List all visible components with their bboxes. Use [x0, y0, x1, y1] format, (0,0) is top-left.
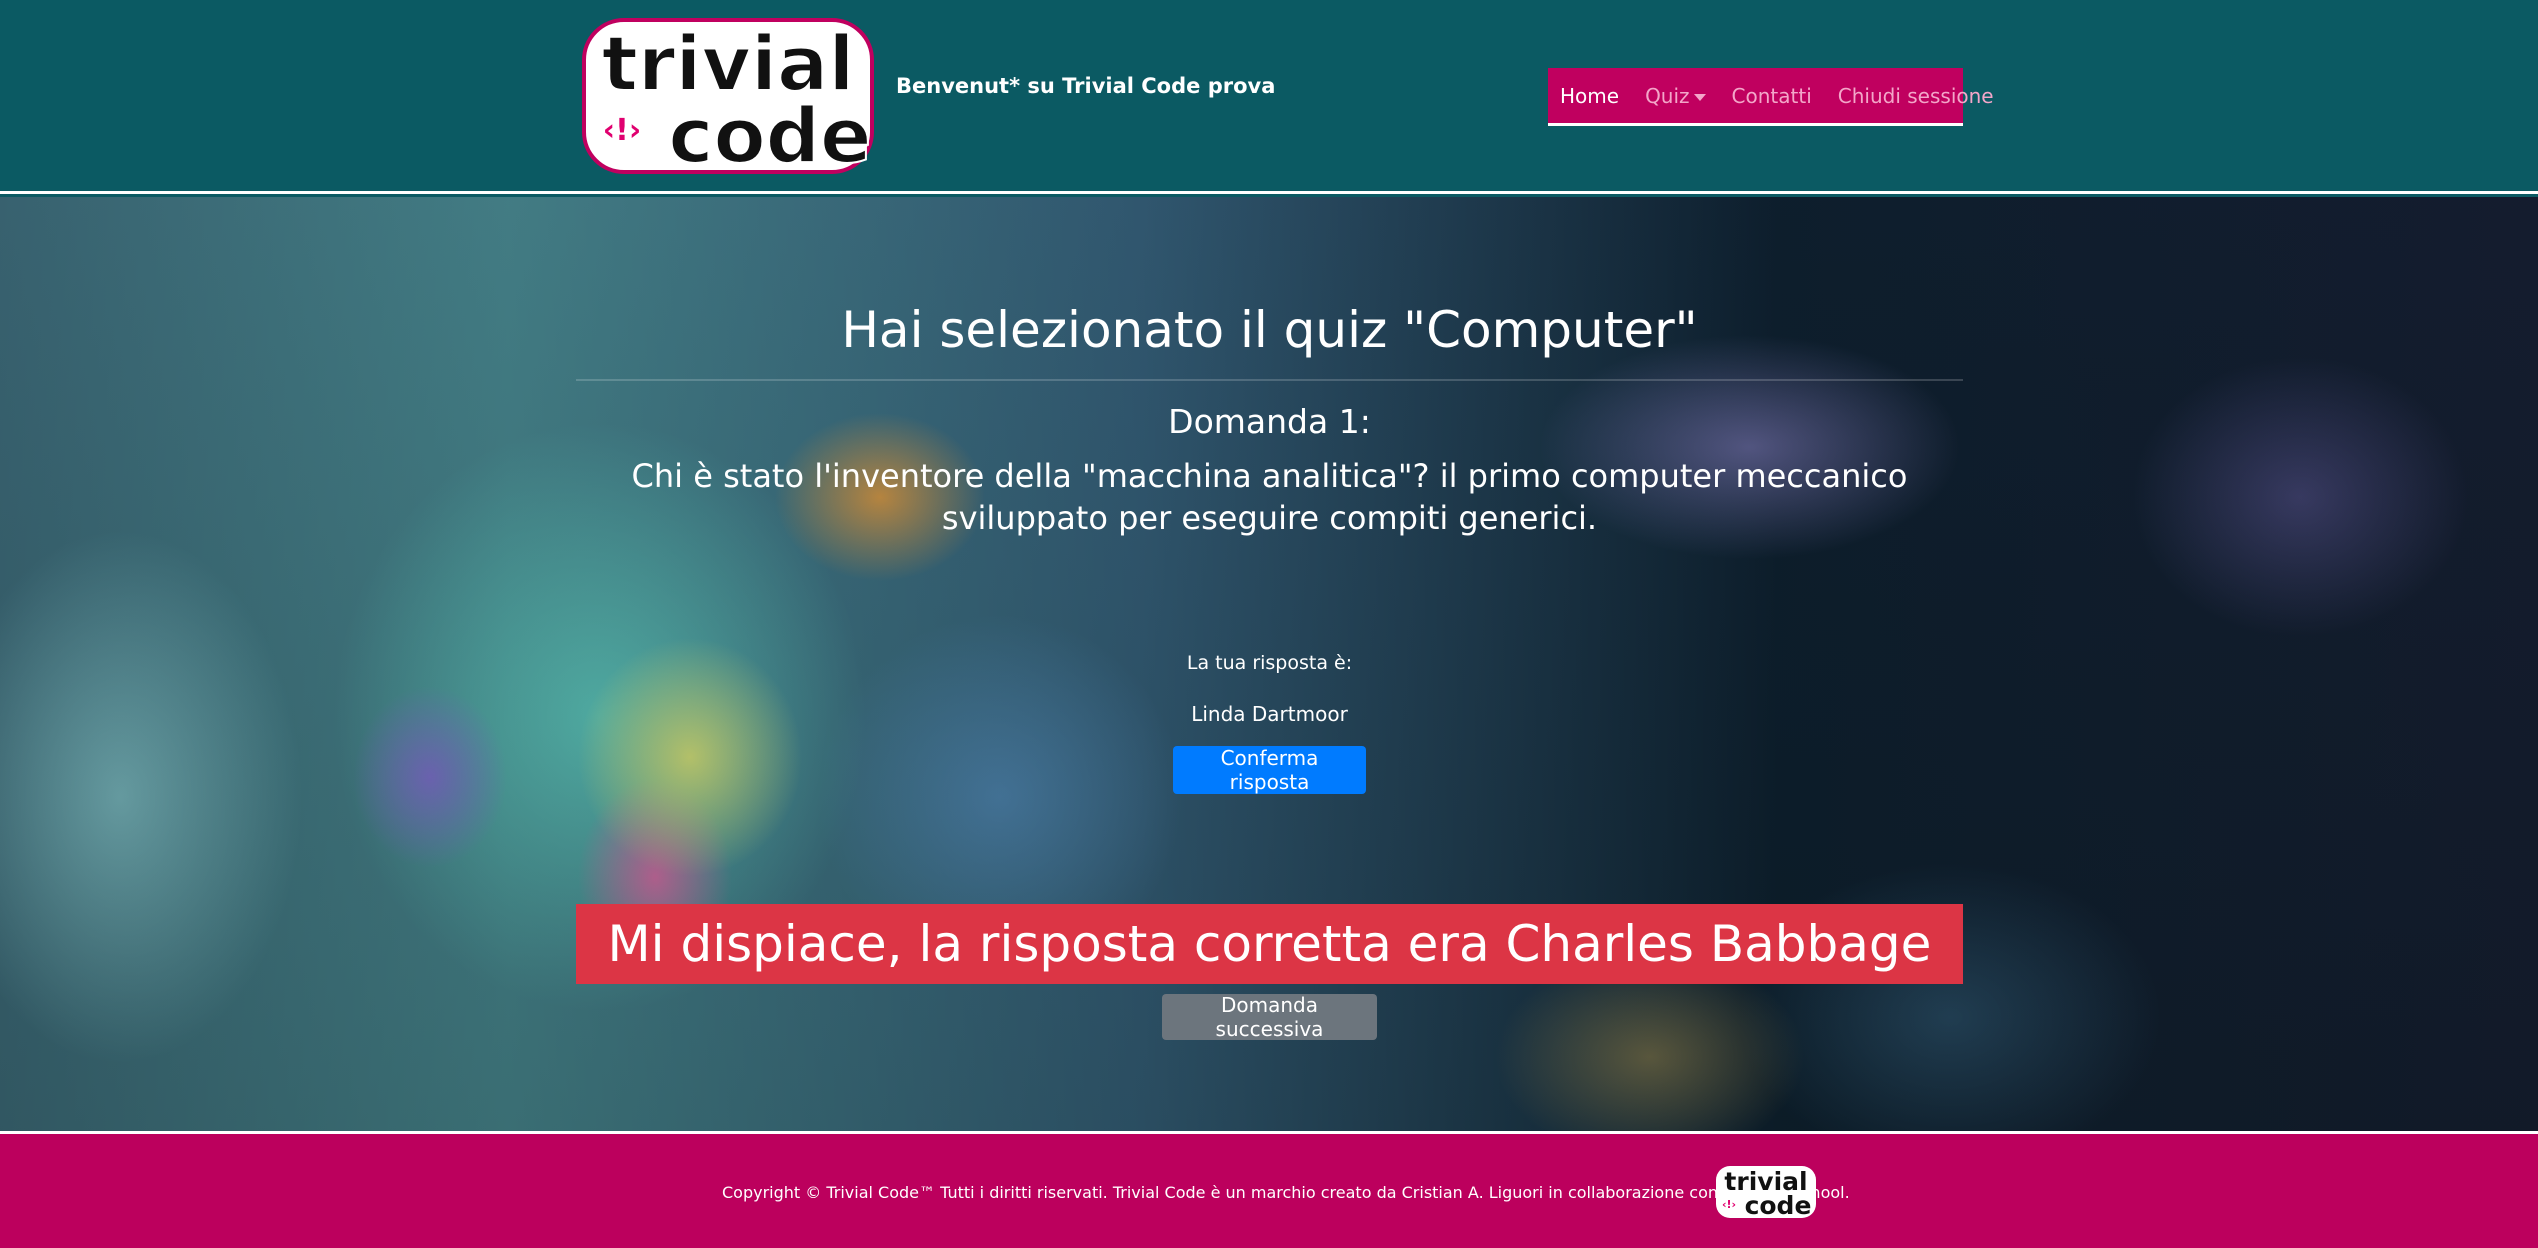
- next-question-button[interactable]: Domanda successiva: [1162, 993, 1377, 1041]
- trivial-code-logo[interactable]: trivial code ‹!›: [580, 16, 876, 176]
- welcome-text: Benvenut* su Trivial Code prova: [896, 74, 1276, 98]
- site-header: trivial code ‹!› Benvenut* su Trivial Co…: [0, 0, 2538, 194]
- nav-home[interactable]: Home: [1560, 84, 1619, 108]
- svg-text:code: code: [668, 91, 871, 176]
- nav-contatti[interactable]: Contatti: [1732, 84, 1812, 108]
- copyright-text: Copyright © Trivial Code™ Tutti i diritt…: [722, 1183, 1850, 1202]
- site-footer: Copyright © Trivial Code™ Tutti i diritt…: [0, 1131, 2538, 1248]
- svg-text:‹!›: ‹!›: [1722, 1198, 1736, 1211]
- divider: [576, 379, 1963, 381]
- trivial-code-footer-logo: trivial code ‹!›: [1716, 1166, 1816, 1220]
- caret-down-icon: [1693, 93, 1706, 101]
- nav-quiz-label: Quiz: [1645, 83, 1690, 108]
- svg-text:code: code: [1745, 1191, 1812, 1220]
- result-banner: Mi dispiace, la risposta corretta era Ch…: [576, 904, 1963, 984]
- selected-answer: Linda Dartmoor: [1191, 702, 1348, 726]
- question-number: Domanda 1:: [1168, 402, 1371, 441]
- quiz-title: Hai selezionato il quiz "Computer": [841, 301, 1698, 359]
- main-nav: Home Quiz Contatti Chiudi sessione: [1548, 68, 1994, 126]
- quiz-section: Hai selezionato il quiz "Computer" Doman…: [0, 197, 2538, 1131]
- nav-quiz-dropdown[interactable]: Quiz: [1645, 83, 1706, 108]
- question-text: Chi è stato l'inventore della "macchina …: [631, 457, 1908, 537]
- nav-chiudi-sessione[interactable]: Chiudi sessione: [1838, 84, 1994, 108]
- svg-text:‹!›: ‹!›: [603, 113, 641, 148]
- confirm-answer-button[interactable]: Conferma risposta: [1173, 746, 1366, 794]
- answer-label: La tua risposta è:: [1186, 652, 1353, 674]
